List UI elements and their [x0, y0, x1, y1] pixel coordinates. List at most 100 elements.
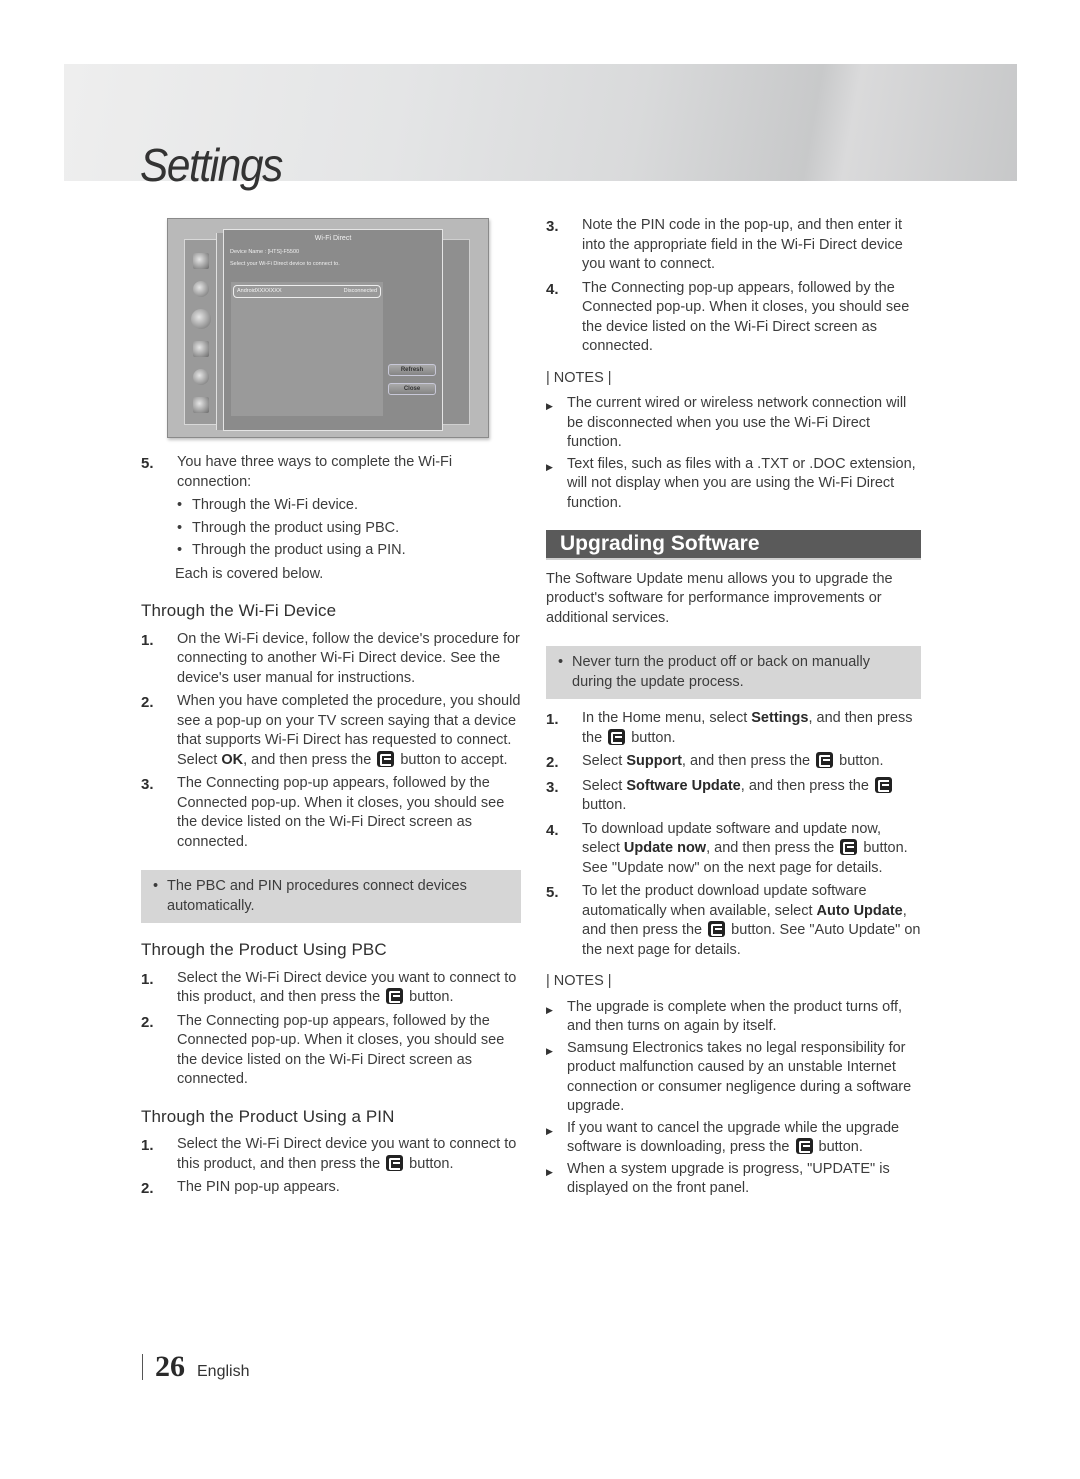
device-list-item[interactable]: AndroidXXXXXXX Disconnected — [233, 285, 381, 298]
bullet-text: Through the Wi-Fi device. — [192, 497, 359, 513]
note-text: Text files, such as files with a .TXT or… — [567, 455, 916, 511]
device-status: Disconnected — [343, 288, 377, 294]
refresh-button[interactable]: Refresh — [388, 364, 436, 376]
note-item: ▶ Text files, such as files with a .TXT o… — [546, 455, 921, 514]
step-number: 2. — [141, 694, 154, 711]
step-item: 5. You have three ways to complete the W… — [141, 453, 521, 492]
step-number: 5. — [141, 455, 154, 472]
note-text: The current wired or wireless network co… — [567, 395, 907, 450]
step-number: 2. — [546, 754, 559, 771]
step-text: On the Wi-Fi device, follow the device's… — [177, 630, 520, 686]
step-text: You have three ways to complete the Wi-F… — [177, 454, 453, 490]
enter-button-icon — [708, 921, 726, 937]
page-title: Settings — [140, 139, 283, 191]
covered-below-text: Each is covered below. — [175, 565, 324, 582]
note-text: The PBC and PIN procedures connect devic… — [167, 878, 467, 914]
section-heading-pbc: Through the Product Using PBC — [141, 940, 387, 959]
enter-button-icon — [386, 988, 404, 1004]
device-name-label: Device Name : [HTS]-F5500 — [230, 249, 300, 255]
bullet-icon: • — [153, 878, 159, 894]
section-heading-wifi-device: Through the Wi-Fi Device — [141, 601, 337, 620]
bullet-item: • Through the product using PBC. — [177, 519, 521, 539]
note-box: • The PBC and PIN procedures connect dev… — [141, 870, 521, 923]
globe-icon — [191, 309, 211, 329]
warning-text: Never turn the product off or back on ma… — [572, 654, 870, 690]
bullet-icon: • — [177, 542, 183, 558]
step-text: In the Home menu, select Settings, and t… — [582, 710, 913, 746]
note-text: When a system upgrade is progress, "UPDA… — [567, 1160, 890, 1197]
note-text: The upgrade is complete when the product… — [567, 998, 903, 1035]
step-item: 1. In the Home menu, select Settings, an… — [546, 709, 921, 748]
step-number: 1. — [141, 970, 154, 988]
enter-button-icon — [840, 839, 858, 855]
step-item: 1. On the Wi-Fi device, follow the devic… — [141, 630, 521, 689]
side-icon-column — [190, 253, 212, 425]
step-number: 1. — [141, 631, 154, 649]
step-item: 5. To let the product download update so… — [546, 882, 921, 960]
step-number: 3. — [546, 218, 559, 235]
note-text: If you want to cancel the upgrade while … — [567, 1119, 900, 1156]
step-text: The Connecting pop-up appears, followed … — [177, 775, 505, 850]
step-item: 2. When you have completed the procedure… — [141, 692, 521, 770]
step-text: To let the product download update softw… — [582, 883, 921, 958]
step-number: 4. — [546, 821, 559, 839]
step-text: Select the Wi-Fi Direct device you want … — [177, 1136, 517, 1172]
notes-heading: | NOTES | — [546, 369, 612, 386]
step-item: 1. Select the Wi-Fi Direct device you wa… — [141, 1135, 521, 1174]
close-button[interactable]: Close — [388, 383, 436, 395]
wifi-direct-dialog: Wi-Fi Direct Device Name : [HTS]-F5500 S… — [223, 229, 443, 431]
step-number: 1. — [141, 1137, 154, 1154]
step-text: The Connecting pop-up appears, followed … — [177, 1012, 505, 1088]
triangle-right-icon: ▶ — [546, 1004, 553, 1015]
step-text: To download update software and update n… — [582, 820, 908, 876]
step-number: 1. — [546, 711, 559, 728]
step-number: 2. — [141, 1013, 154, 1031]
enter-button-icon — [874, 776, 892, 793]
step-text: The Connecting pop-up appears, followed … — [582, 279, 910, 355]
box-icon — [193, 341, 209, 357]
left-column: 5. You have three ways to complete the W… — [141, 453, 521, 1203]
network-icon — [193, 253, 209, 269]
footer-divider — [142, 1354, 143, 1380]
triangle-right-icon: ▶ — [546, 401, 553, 411]
right-panel — [441, 239, 470, 425]
section-heading-pin: Through the Product Using a PIN — [141, 1106, 395, 1126]
step-text: Select Support, and then press the butto… — [582, 752, 884, 769]
language-label: English — [197, 1363, 250, 1380]
notes-heading: | NOTES | — [546, 973, 612, 989]
step-item: 4. The Connecting pop-up appears, follow… — [546, 279, 921, 357]
step-item: 2. The PIN pop-up appears. — [141, 1178, 521, 1199]
dialog-instruction: Select your Wi-Fi Direct device to conne… — [230, 261, 340, 267]
section-heading-upgrading-software: Upgrading Software — [546, 530, 921, 560]
step-text: Note the PIN code in the pop-up, and the… — [582, 217, 903, 272]
note-item: ▶ If you want to cancel the upgrade while… — [546, 1119, 921, 1158]
help-icon — [193, 397, 209, 413]
triangle-right-icon: ▶ — [546, 1045, 553, 1056]
wifi-direct-screenshot: Wi-Fi Direct Device Name : [HTS]-F5500 S… — [167, 218, 489, 438]
bullet-icon: • — [558, 654, 564, 670]
step-text: Select Software Update, and then press t… — [582, 776, 921, 816]
note-item: ▶ The current wired or wireless network c… — [546, 394, 921, 453]
step-item: 2. The Connecting pop-up appears, follow… — [141, 1012, 521, 1090]
note-item: ▶ When a system upgrade is progress, "UPD… — [546, 1160, 921, 1199]
bullet-item: • Through the Wi-Fi device. — [177, 496, 521, 516]
speaker-icon — [193, 281, 209, 297]
triangle-right-icon: ▶ — [546, 1166, 553, 1177]
bullet-list: • Through the Wi-Fi device. • Through the … — [177, 496, 521, 561]
enter-button-icon — [795, 1138, 813, 1154]
warning-box: • Never turn the product off or back on … — [546, 646, 921, 699]
enter-button-icon — [386, 1154, 404, 1171]
device-list: AndroidXXXXXXX Disconnected — [231, 282, 383, 416]
dialog-title: Wi-Fi Direct — [314, 235, 352, 242]
bullet-item: • Through the product using a PIN. — [177, 541, 521, 561]
step-text: Select the Wi-Fi Direct device you want … — [177, 969, 517, 1006]
step-text: The PIN pop-up appears. — [177, 1179, 340, 1195]
enter-button-icon — [816, 752, 834, 768]
step-item: 1. Select the Wi-Fi Direct device you wa… — [141, 969, 521, 1008]
triangle-right-icon: ▶ — [546, 1125, 553, 1136]
enter-button-icon — [608, 728, 626, 745]
step-item: 3. Select Software Update, and then pres… — [546, 776, 921, 816]
enter-button-icon — [377, 750, 395, 767]
step-number: 3. — [141, 776, 154, 793]
step-item: 4. To download update software and updat… — [546, 820, 921, 879]
